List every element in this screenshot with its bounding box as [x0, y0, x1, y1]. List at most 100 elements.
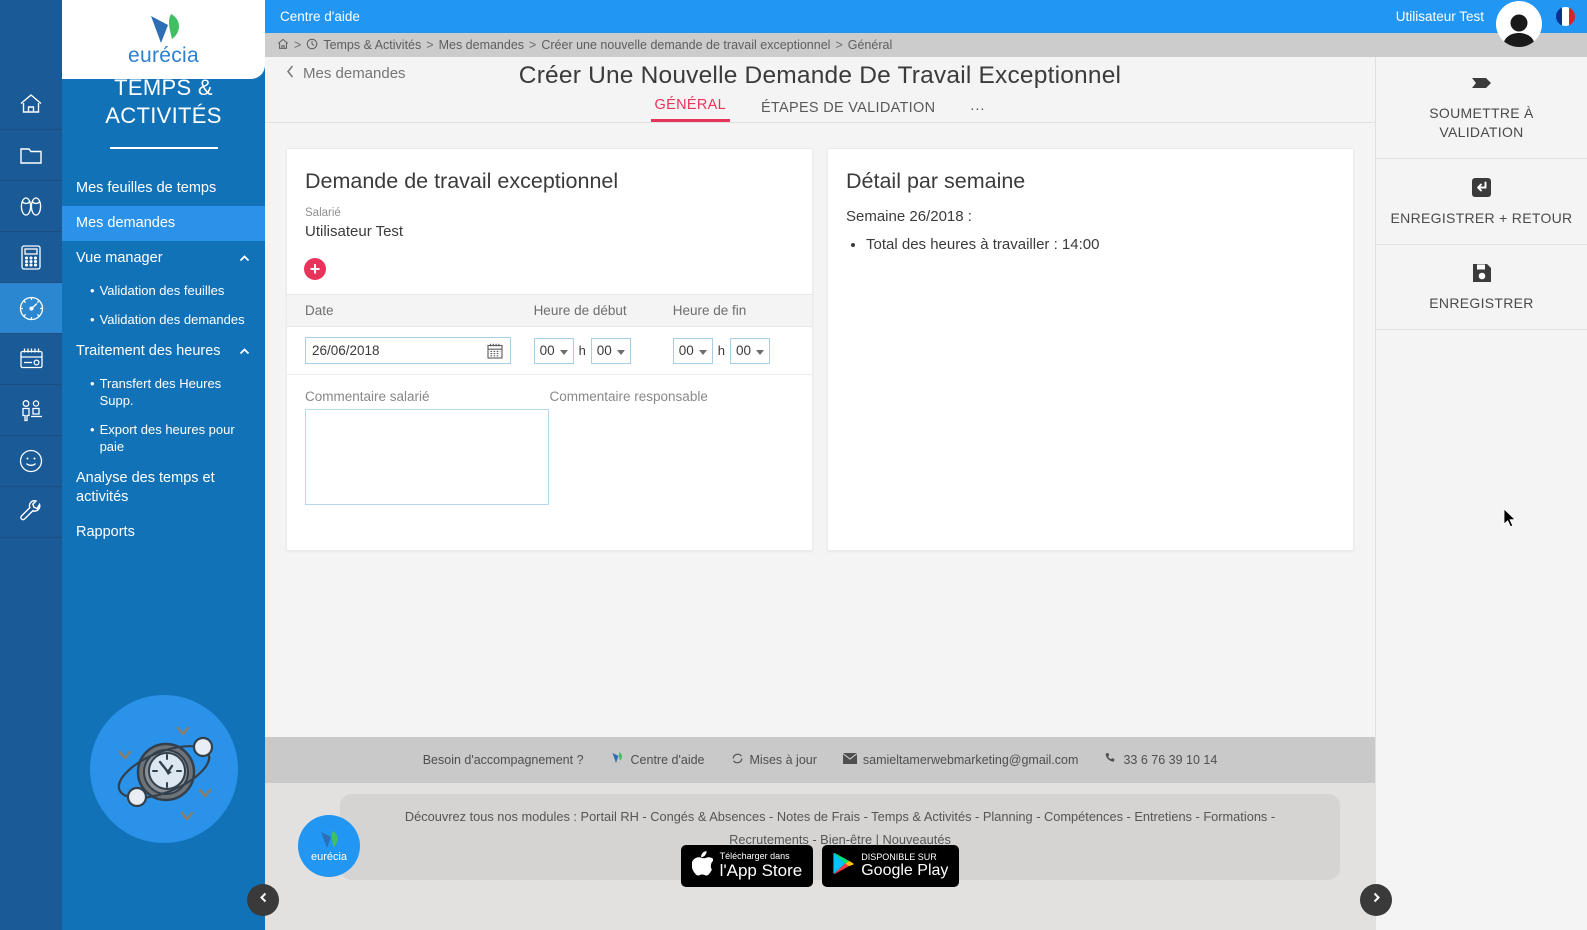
- start-hour-value: 00: [539, 343, 555, 358]
- sidebar-expand-button[interactable]: [1360, 884, 1392, 916]
- tab-general[interactable]: GÉNÉRAL: [650, 93, 730, 122]
- rail-icon-calendar[interactable]: [0, 334, 62, 385]
- breadcrumb-separator: >: [529, 38, 537, 52]
- home-icon[interactable]: [277, 38, 289, 53]
- submit-for-validation-label: SOUMETTRE À VALIDATION: [1429, 105, 1534, 140]
- column-header-heure-fin: Heure de fin: [672, 294, 812, 327]
- rail-icon-wrench[interactable]: [0, 487, 62, 538]
- week-detail-card: Détail par semaine Semaine 26/2018 : Tot…: [827, 148, 1354, 551]
- chevron-up-icon: [238, 345, 251, 358]
- end-hour-select[interactable]: 00: [672, 337, 713, 364]
- footer-help-center-link[interactable]: Centre d'aide: [610, 751, 705, 769]
- add-row-button[interactable]: +: [304, 258, 326, 280]
- chevron-up-icon: [238, 252, 251, 265]
- back-link[interactable]: Mes demandes: [285, 64, 406, 83]
- footer-updates-label: Mises à jour: [749, 753, 817, 767]
- sidebar-group-traitement-des-heures[interactable]: Traitement des heures: [62, 334, 265, 369]
- end-minute-select[interactable]: 00: [730, 337, 770, 364]
- date-input[interactable]: [305, 337, 511, 364]
- rail-icon-flipflops[interactable]: [0, 181, 62, 232]
- sidebar-item-export-des-heures-pour-paie[interactable]: • Export des heures pour paie: [62, 415, 265, 461]
- promo-line-1: Découvrez tous nos modules : Portail RH …: [404, 809, 1276, 824]
- back-link-label: Mes demandes: [303, 65, 406, 82]
- chevron-left-icon: [285, 64, 296, 83]
- appstore-badge[interactable]: Télécharger dans l'App Store: [680, 845, 814, 887]
- sidebar-sub-label: Transfert des Heures Supp.: [99, 376, 222, 408]
- rail-icon-calculator[interactable]: [0, 232, 62, 283]
- tab-more[interactable]: ...: [966, 94, 989, 122]
- manager-comment-input[interactable]: [549, 409, 794, 505]
- sidebar-item-analyse-des-temps-et-activites[interactable]: Analyse des temps et activités: [62, 461, 265, 515]
- manager-comment-col: Commentaire responsable: [549, 389, 795, 510]
- date-field[interactable]: [306, 343, 466, 358]
- sidebar-item-label: Analyse des temps et activités: [76, 470, 215, 505]
- breadcrumb-item-temps-activites[interactable]: Temps & Activités: [323, 38, 421, 52]
- chevron-right-icon: [1370, 891, 1383, 909]
- breadcrumb-item-creer-demande[interactable]: Créer une nouvelle demande de travail ex…: [541, 38, 830, 52]
- brand-logo[interactable]: eurécia: [62, 0, 265, 79]
- sidebar: eurécia MODULE TEMPS & ACTIVITÉS Mes feu…: [62, 0, 265, 930]
- store-badges: Télécharger dans l'App Store DISPONIBLE …: [265, 845, 1375, 887]
- breadcrumb-separator: >: [294, 38, 302, 52]
- sidebar-item-rapports[interactable]: Rapports: [62, 515, 265, 550]
- cell-date: [287, 326, 534, 375]
- rail-icon-speedometer[interactable]: [0, 283, 62, 334]
- eurecia-leaf-icon: [610, 751, 625, 769]
- floppy-disk-icon: [1386, 263, 1577, 283]
- sidebar-item-validation-des-demandes[interactable]: • Validation des demandes: [62, 305, 265, 334]
- breadcrumb-separator: >: [426, 38, 434, 52]
- save-and-return-button[interactable]: ENREGISTRER + RETOUR: [1376, 159, 1587, 245]
- week-card-title: Détail par semaine: [846, 169, 1026, 193]
- googleplay-top-label: DISPONIBLE SUR: [861, 851, 937, 862]
- sidebar-group-vue-manager[interactable]: Vue manager: [62, 241, 265, 276]
- rail-icon-people[interactable]: [0, 385, 62, 436]
- week-label: Semaine 26/2018 :: [846, 208, 972, 225]
- page-header: Mes demandes Créer Une Nouvelle Demande …: [265, 57, 1375, 130]
- breadcrumb-item-mes-demandes[interactable]: Mes demandes: [439, 38, 524, 52]
- tab-etapes-de-validation[interactable]: ÉTAPES DE VALIDATION: [757, 96, 939, 122]
- breadcrumb-item-general[interactable]: Général: [848, 38, 892, 52]
- top-bar: Centre d'aide Utilisateur Test: [265, 0, 1587, 47]
- footer-phone-link[interactable]: 33 6 76 39 10 14: [1104, 752, 1217, 768]
- action-panel: SOUMETTRE À VALIDATION ENREGISTRER + RET…: [1375, 57, 1587, 930]
- eurecia-leaf-icon: [141, 12, 187, 46]
- googleplay-badge[interactable]: DISPONIBLE SUR Google Play: [822, 845, 960, 887]
- googleplay-text: DISPONIBLE SUR Google Play: [861, 852, 948, 881]
- breadcrumb: > Temps & Activités > Mes demandes > Cré…: [265, 33, 1587, 57]
- rail-icon-home[interactable]: [0, 79, 62, 130]
- module-title: TEMPS & ACTIVITÉS: [62, 74, 265, 130]
- footer-phone-label: 33 6 76 39 10 14: [1123, 753, 1218, 767]
- bullet: •: [90, 312, 95, 327]
- sidebar-item-mes-demandes[interactable]: Mes demandes: [62, 206, 265, 241]
- fr-flag-icon[interactable]: [1556, 7, 1575, 26]
- column-header-date: Date: [287, 294, 534, 327]
- sidebar-item-validation-des-feuilles[interactable]: • Validation des feuilles: [62, 276, 265, 305]
- brand-name: eurécia: [128, 43, 199, 67]
- employee-comment-input[interactable]: [305, 409, 549, 505]
- help-center-link[interactable]: Centre d'aide: [280, 9, 360, 24]
- footer-email-label: samieltamerwebmarketing@gmail.com: [862, 753, 1079, 767]
- footer-promo: Découvrez tous nos modules : Portail RH …: [265, 783, 1375, 930]
- sidebar-item-mes-feuilles-de-temps[interactable]: Mes feuilles de temps: [62, 171, 265, 206]
- avatar[interactable]: [1496, 1, 1542, 47]
- module-divider: [109, 147, 218, 149]
- request-card-title: Demande de travail exceptionnel: [305, 169, 619, 193]
- rail-icon-folder[interactable]: [0, 130, 62, 181]
- start-hour-select[interactable]: 00: [533, 337, 574, 364]
- save-button[interactable]: ENREGISTRER: [1376, 245, 1587, 330]
- cards-row: Demande de travail exceptionnel Salarié …: [265, 130, 1375, 551]
- googleplay-bottom-label: Google Play: [861, 861, 949, 879]
- end-time-group: 00 h 00: [672, 337, 812, 364]
- end-minute-value: 00: [736, 343, 752, 358]
- footer-email-link[interactable]: samieltamerwebmarketing@gmail.com: [842, 753, 1079, 767]
- submit-for-validation-button[interactable]: SOUMETTRE À VALIDATION: [1376, 57, 1587, 159]
- start-minute-select[interactable]: 00: [590, 337, 631, 364]
- chevron-left-icon: [257, 891, 270, 909]
- sidebar-collapse-button[interactable]: [247, 884, 279, 916]
- cell-heure-fin: 00 h 00: [672, 326, 812, 375]
- save-label: ENREGISTRER: [1429, 295, 1534, 311]
- calendar-icon[interactable]: [486, 342, 504, 365]
- sidebar-item-transfert-des-heures-supp[interactable]: • Transfert des Heures Supp.: [62, 369, 265, 415]
- rail-icon-smiley[interactable]: [0, 436, 62, 487]
- footer-updates-link[interactable]: Mises à jour: [731, 752, 817, 768]
